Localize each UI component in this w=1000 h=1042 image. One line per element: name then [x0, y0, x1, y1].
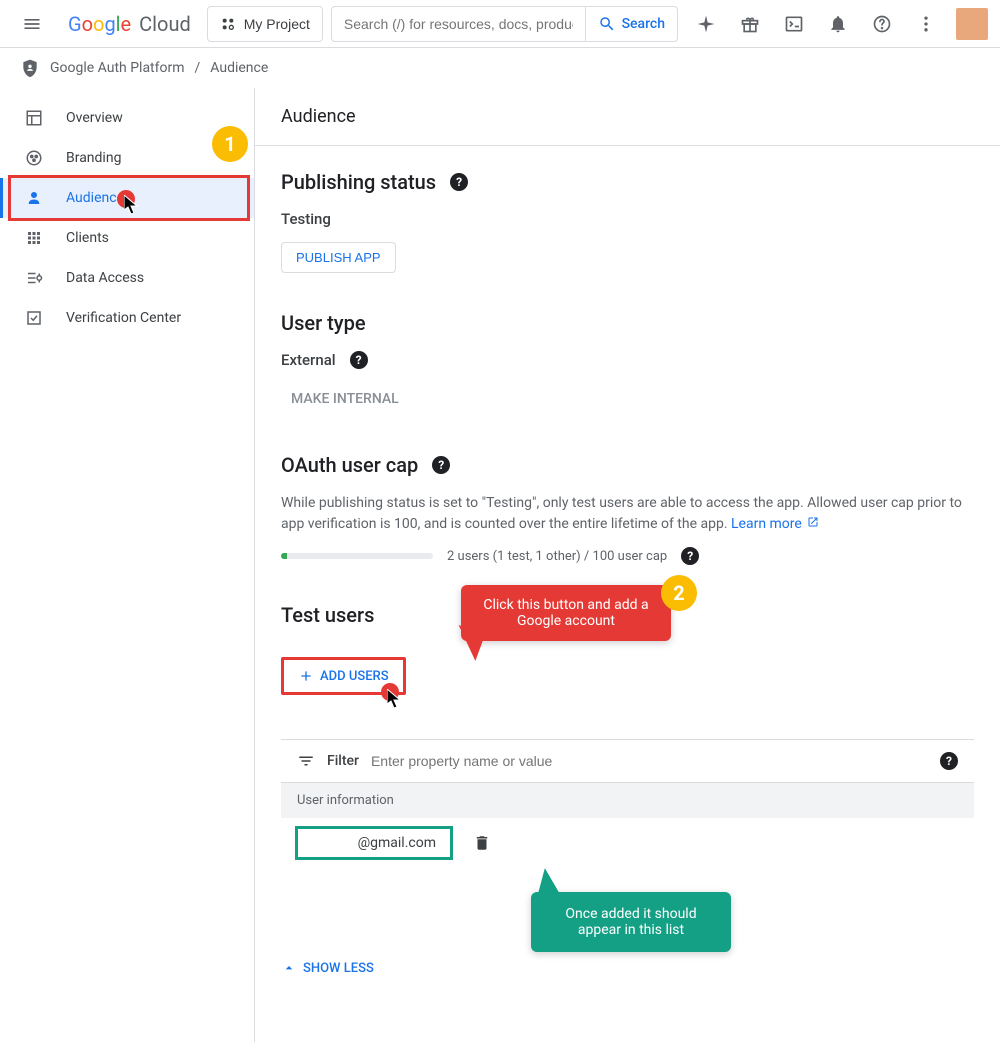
sidebar-item-label: Branding	[66, 150, 121, 166]
user-type-section: User type External ? MAKE INTERNAL	[281, 311, 974, 415]
add-users-label: ADD USERS	[320, 669, 389, 684]
clients-icon	[24, 229, 44, 247]
sidebar-item-data-access[interactable]: Data Access	[0, 258, 254, 298]
filter-input[interactable]	[371, 753, 928, 769]
trash-icon[interactable]	[473, 834, 491, 852]
search-bar: Search	[331, 6, 678, 42]
oauth-cap-section: OAuth user cap ? While publishing status…	[281, 453, 974, 565]
project-icon	[220, 16, 236, 32]
help-icon[interactable]: ?	[940, 752, 958, 770]
filter-bar: Filter ?	[281, 739, 974, 783]
sidebar-item-label: Audience	[66, 190, 124, 206]
notifications-icon[interactable]	[818, 4, 858, 44]
more-icon[interactable]	[906, 4, 946, 44]
sidebar-item-label: Verification Center	[66, 310, 181, 326]
section-heading: OAuth user cap	[281, 453, 418, 477]
search-icon	[598, 15, 616, 33]
search-input[interactable]	[332, 16, 585, 32]
table-row: @gmail.com	[281, 818, 974, 868]
help-icon[interactable]: ?	[450, 173, 468, 191]
avatar[interactable]	[956, 8, 988, 40]
section-heading: Test users	[281, 603, 374, 627]
search-button-label: Search	[622, 16, 665, 32]
gemini-icon[interactable]	[686, 4, 726, 44]
section-heading: User type	[281, 311, 366, 335]
sidebar-item-clients[interactable]: Clients	[0, 218, 254, 258]
branding-icon	[24, 149, 44, 167]
oauth-desc: While publishing status is set to "Testi…	[281, 495, 962, 532]
project-selector-button[interactable]: My Project	[207, 6, 323, 42]
terminal-icon[interactable]	[774, 4, 814, 44]
sidebar: Overview Branding Audience 1 Clients Dat…	[0, 88, 254, 1042]
main-content: Audience Publishing status ? Testing PUB…	[254, 88, 1000, 1042]
table-header: User information	[281, 783, 974, 818]
plus-icon	[298, 668, 314, 684]
breadcrumb-current: Audience	[210, 60, 268, 76]
make-internal-button[interactable]: MAKE INTERNAL	[281, 383, 409, 415]
user-email-cell: @gmail.com	[295, 826, 453, 860]
overview-icon	[24, 109, 44, 127]
publishing-status-section: Publishing status ? Testing PUBLISH APP	[281, 170, 974, 273]
annotation-badge-1: 1	[212, 126, 248, 162]
learn-more-link[interactable]: Learn more	[731, 516, 819, 532]
annotation-dot	[117, 190, 135, 208]
shield-icon	[20, 58, 40, 78]
annotation-callout-red: Click this button and add a Google accou…	[461, 585, 671, 641]
annotation-dot	[381, 683, 399, 701]
help-icon[interactable]: ?	[681, 547, 699, 565]
page-title: Audience	[281, 106, 974, 127]
annotation-badge-2: 2	[661, 575, 697, 611]
filter-icon	[297, 752, 315, 770]
audience-icon	[24, 189, 44, 207]
publish-app-button[interactable]: PUBLISH APP	[281, 242, 396, 273]
sidebar-item-label: Clients	[66, 230, 109, 246]
page-header: Audience	[255, 88, 1000, 146]
publishing-status-value: Testing	[281, 210, 974, 228]
test-users-section: Test users ADD USERS Click this button a…	[281, 603, 974, 980]
top-header: Google Cloud My Project Search	[0, 0, 1000, 48]
menu-icon[interactable]	[12, 4, 52, 44]
help-icon[interactable]	[862, 4, 902, 44]
help-icon[interactable]: ?	[350, 351, 368, 369]
breadcrumb: Google Auth Platform / Audience	[0, 48, 1000, 88]
show-less-label: SHOW LESS	[303, 961, 374, 976]
sidebar-item-verification[interactable]: Verification Center	[0, 298, 254, 338]
search-button[interactable]: Search	[585, 7, 677, 41]
chevron-up-icon	[281, 960, 297, 976]
user-type-value: External	[281, 351, 336, 369]
gift-icon[interactable]	[730, 4, 770, 44]
breadcrumb-root[interactable]: Google Auth Platform	[50, 60, 185, 76]
project-name: My Project	[244, 16, 310, 32]
section-heading: Publishing status	[281, 170, 436, 194]
external-link-icon	[807, 516, 819, 528]
verification-icon	[24, 309, 44, 327]
filter-label: Filter	[327, 753, 359, 769]
show-less-button[interactable]: SHOW LESS	[281, 960, 374, 976]
data-access-icon	[24, 269, 44, 287]
sidebar-item-label: Overview	[66, 110, 123, 126]
google-cloud-logo[interactable]: Google Cloud	[60, 12, 199, 36]
oauth-progress-text: 2 users (1 test, 1 other) / 100 user cap	[447, 549, 667, 564]
annotation-callout-teal: Once added it should appear in this list	[531, 892, 731, 952]
oauth-progress-bar	[281, 553, 433, 559]
sidebar-item-label: Data Access	[66, 270, 144, 286]
help-icon[interactable]: ?	[432, 456, 450, 474]
logo-cloud-text: Cloud	[139, 12, 191, 36]
